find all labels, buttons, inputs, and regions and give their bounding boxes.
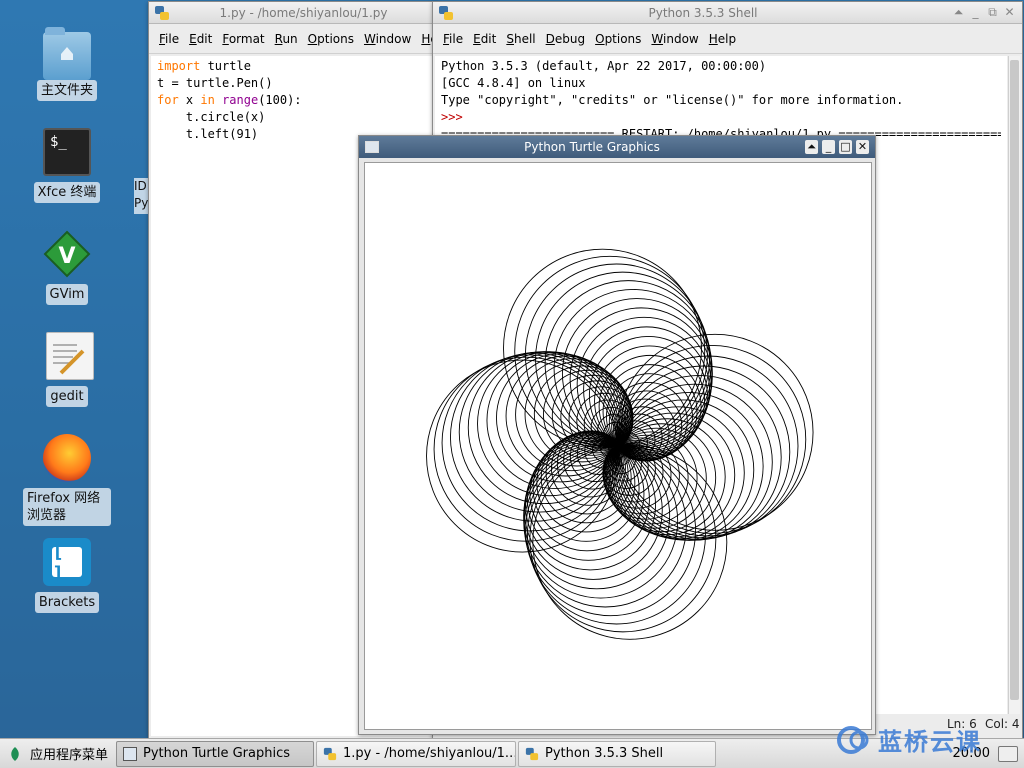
- task-shell[interactable]: Python 3.5.3 Shell: [518, 740, 717, 767]
- shell-window-controls: ⏶ _ ⧉ ✕: [952, 5, 1016, 20]
- menu-edit[interactable]: Edit: [184, 32, 217, 46]
- turtle-canvas[interactable]: [364, 162, 872, 730]
- shell-status-col: Col: 4: [985, 717, 1020, 731]
- shell-title: Python 3.5.3 Shell: [648, 5, 758, 20]
- turtle-circle: [532, 444, 728, 640]
- desktop-icon-label: GVim: [45, 284, 89, 305]
- menu-options[interactable]: Options: [590, 32, 646, 46]
- menu-shell[interactable]: Shell: [501, 32, 540, 46]
- turtle-titlebar[interactable]: Python Turtle Graphics ⏶ _ □ ✕: [359, 136, 875, 158]
- scrollbar-thumb[interactable]: [1010, 60, 1019, 700]
- menu-debug[interactable]: Debug: [541, 32, 590, 46]
- menu-format[interactable]: Format: [217, 32, 269, 46]
- code-line: t = turtle.Pen(): [157, 76, 273, 90]
- close-icon[interactable]: ✕: [1003, 5, 1016, 20]
- code-line: t.circle(x): [157, 110, 266, 124]
- shell-titlebar[interactable]: Python 3.5.3 Shell ⏶ _ ⧉ ✕: [433, 2, 1022, 24]
- watermark-logo-icon: [837, 725, 869, 754]
- shade-icon[interactable]: ⏶: [805, 140, 818, 154]
- python-icon: [439, 5, 453, 20]
- brackets-icon: [ ]: [43, 538, 91, 586]
- task-label: Python Turtle Graphics: [143, 746, 291, 761]
- desktop-icon-label: Xfce 终端: [33, 182, 101, 203]
- shade-icon[interactable]: ⏶: [952, 5, 965, 20]
- editor-menubar: File Edit Format Run Options Window Help: [149, 24, 449, 54]
- window-icon: [123, 746, 138, 761]
- menu-run[interactable]: Run: [270, 32, 303, 46]
- turtle-title: Python Turtle Graphics: [524, 140, 660, 154]
- watermark: 蓝桥云课: [836, 722, 982, 757]
- menu-help[interactable]: Help: [704, 32, 741, 46]
- menu-edit[interactable]: Edit: [468, 32, 501, 46]
- terminal-icon: $_: [43, 128, 91, 176]
- minimize-icon[interactable]: _: [822, 140, 835, 154]
- turtle-drawing: [426, 248, 814, 640]
- desktop-icon-terminal[interactable]: $_ Xfce 终端: [21, 128, 113, 203]
- applications-menu-label: 应用程序菜单: [30, 748, 109, 763]
- python-icon: [323, 747, 337, 760]
- window-menu-icon[interactable]: [365, 141, 379, 153]
- keyboard-tray-icon[interactable]: [998, 745, 1018, 762]
- turtle-window-controls: ⏶ _ □ ✕: [805, 140, 869, 154]
- gedit-icon: [45, 332, 94, 380]
- turtle-window[interactable]: Python Turtle Graphics ⏶ _ □ ✕: [358, 135, 876, 735]
- menu-window[interactable]: Window: [359, 32, 416, 46]
- menu-window[interactable]: Window: [646, 32, 703, 46]
- watermark-text: 蓝桥云课: [878, 728, 982, 756]
- shell-output-line: [GCC 4.8.4] on linux: [441, 76, 586, 90]
- desktop-icon-gedit[interactable]: gedit: [21, 332, 113, 407]
- shell-menubar: File Edit Shell Debug Options Window Hel…: [433, 24, 1022, 54]
- svg-text:V: V: [58, 244, 75, 269]
- python-icon: [155, 5, 169, 20]
- editor-titlebar[interactable]: 1.py - /home/shiyanlou/1.py: [149, 2, 437, 24]
- task-label: 1.py - /home/shiyanlou/1.…: [343, 746, 517, 761]
- editor-title: 1.py - /home/shiyanlou/1.py: [219, 5, 388, 20]
- applications-menu-button[interactable]: 应用程序菜单: [0, 739, 116, 768]
- task-label: Python 3.5.3 Shell: [545, 746, 664, 761]
- desktop-icon-label: Firefox 网络浏览器: [23, 488, 111, 526]
- close-icon[interactable]: ✕: [856, 140, 869, 154]
- shell-output-line: Type "copyright", "credits" or "license(…: [441, 93, 904, 107]
- xfce-leaf-icon: [11, 746, 19, 761]
- maximize-icon[interactable]: □: [839, 140, 852, 154]
- home-folder-icon: [43, 27, 91, 80]
- desktop-icon-brackets[interactable]: [ ] Brackets: [21, 538, 113, 613]
- minimize-icon[interactable]: _: [969, 5, 982, 20]
- python-icon: [525, 747, 539, 760]
- menu-file[interactable]: File: [154, 32, 184, 46]
- desktop-icon-gvim[interactable]: V GVim: [21, 230, 113, 305]
- desktop-icon-label: Brackets: [34, 592, 100, 613]
- shell-prompt: >>>: [441, 110, 463, 124]
- partial-desktop-icon-label: ID Py: [134, 178, 148, 214]
- vim-icon: V: [43, 230, 91, 278]
- firefox-icon: [43, 434, 91, 482]
- desktop-icon-home[interactable]: 主文件夹: [21, 26, 113, 101]
- code-line: for x in range(100):: [157, 93, 302, 107]
- menu-options[interactable]: Options: [303, 32, 359, 46]
- shell-scrollbar[interactable]: [1008, 56, 1020, 714]
- code-line: import turtle: [157, 59, 251, 73]
- desktop-icon-label: gedit: [46, 386, 88, 407]
- menu-file[interactable]: File: [438, 32, 468, 46]
- desktop-icon-firefox[interactable]: Firefox 网络浏览器: [21, 434, 113, 526]
- task-editor[interactable]: 1.py - /home/shiyanlou/1.…: [316, 740, 517, 767]
- task-turtle[interactable]: Python Turtle Graphics: [116, 740, 315, 767]
- desktop-icon-label: 主文件夹: [36, 80, 97, 101]
- shell-output-line: Python 3.5.3 (default, Apr 22 2017, 00:0…: [441, 59, 767, 73]
- maximize-icon[interactable]: ⧉: [986, 5, 999, 20]
